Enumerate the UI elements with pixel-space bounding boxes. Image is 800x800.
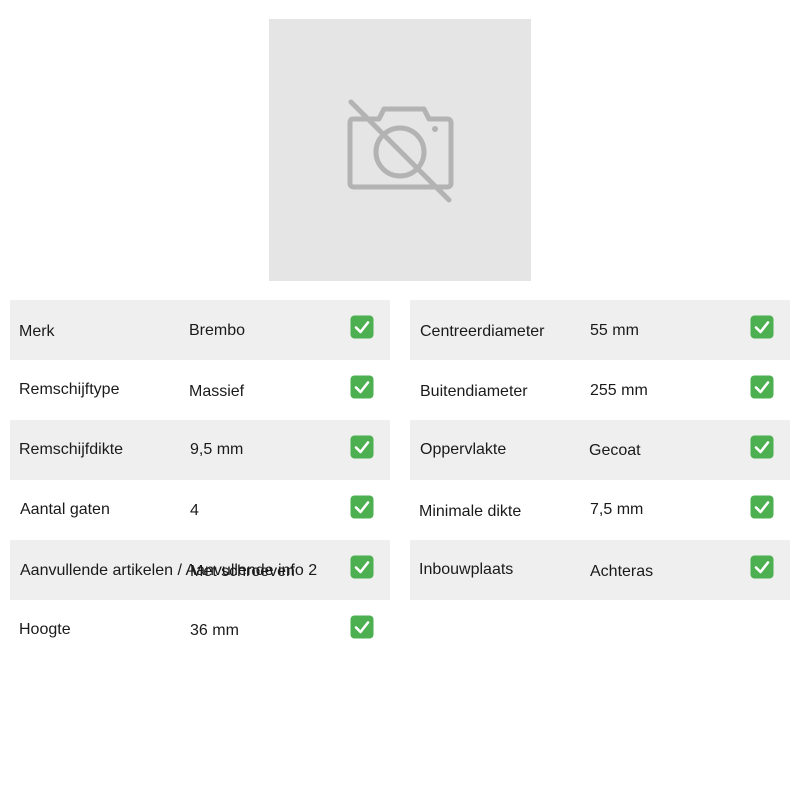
check-icon [350,375,374,399]
spec-value: Massief [189,383,245,400]
check-icon [750,555,774,579]
check-icon [750,315,774,339]
spec-row-buitendiameter: Buitendiameter 255 mm [410,360,790,420]
check-icon [750,495,774,519]
spec-label: Merk [19,323,55,340]
spec-table-left: Merk Brembo Remschijftype Massief Remsch… [10,300,390,660]
spec-row-aantal-gaten: Aantal gaten 4 [10,480,390,540]
check-icon [350,315,374,339]
spec-value: Met schroeven [190,563,295,580]
spec-row-aanvullende-info: Aanvullende artikelen / Aanvullende info… [10,540,390,600]
spec-row-oppervlakte: Oppervlakte Gecoat [410,420,790,480]
spec-value: 55 mm [590,322,639,339]
spec-row-hoogte: Hoogte 36 mm [10,600,390,660]
spec-value: Achteras [590,563,654,580]
spec-value: 9,5 mm [190,441,244,458]
check-icon [750,375,774,399]
spec-value: Gecoat [589,442,641,459]
product-image-placeholder [269,19,531,281]
spec-row-merk: Merk Brembo [10,300,390,360]
spec-value: 36 mm [190,622,239,639]
spec-label: Remschijfdikte [19,441,124,458]
spec-label: Centreerdiameter [420,323,545,340]
spec-label: Remschijftype [19,381,120,398]
spec-value: 4 [190,502,199,519]
check-icon [750,435,774,459]
spec-label: Oppervlakte [420,441,507,458]
spec-row-remschijftype: Remschijftype Massief [10,360,390,420]
spec-label: Buitendiameter [420,383,528,400]
spec-label: Aantal gaten [20,501,110,518]
spec-row-remschijfdikte: Remschijfdikte 9,5 mm [10,420,390,480]
spec-row-inbouwplaats: Inbouwplaats Achteras [410,540,790,600]
spec-value: 255 mm [590,382,648,399]
spec-label: Inbouwplaats [419,561,514,578]
check-icon [350,615,374,639]
spec-label: Hoogte [19,621,71,638]
spec-value: 7,5 mm [590,501,644,518]
spec-row-centreerdiameter: Centreerdiameter 55 mm [410,300,790,360]
check-icon [350,555,374,579]
spec-table-right: Centreerdiameter 55 mm Buitendiameter 25… [410,300,790,600]
check-icon [350,435,374,459]
spec-value: Brembo [189,322,246,339]
check-icon [350,495,374,519]
spec-row-minimale-dikte: Minimale dikte 7,5 mm [410,480,790,540]
camera-off-icon [347,99,454,203]
spec-label: Minimale dikte [419,503,522,520]
